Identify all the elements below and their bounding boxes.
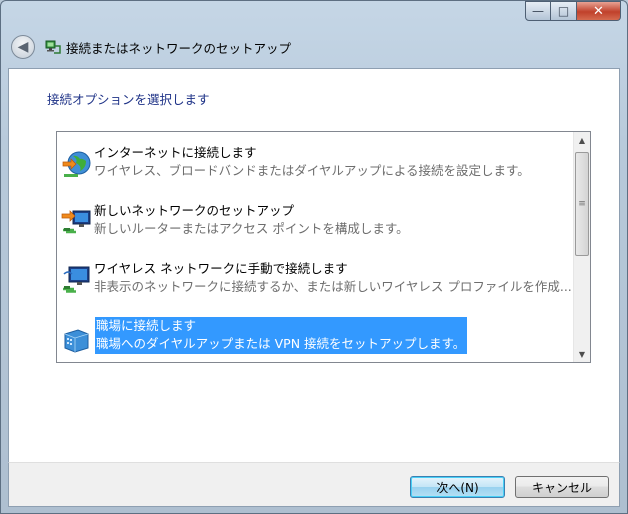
- option-text: インターネットに接続します ワイヤレス、ブロードバンドまたはダイヤルアップによる…: [94, 144, 530, 180]
- title-bar[interactable]: — □ ✕: [1, 1, 627, 31]
- wireless-network-icon: [63, 266, 90, 293]
- cancel-button[interactable]: キャンセル: [515, 476, 609, 498]
- workplace-icon: [64, 329, 89, 353]
- option-description: 新しいルーターまたはアクセス ポイントを構成します。: [94, 221, 409, 236]
- option-title: 新しいネットワークのセットアップ: [94, 203, 295, 218]
- option-text: 新しいネットワークのセットアップ 新しいルーターまたはアクセス ポイントを構成し…: [94, 202, 409, 238]
- dialog-window: — □ ✕ ◀ 接続またはネットワークのセットアップ 接続オプションを選択します: [0, 0, 628, 514]
- globe-network-icon: [62, 151, 91, 177]
- option-text: ワイヤレス ネットワークに手動で接続します 非表示のネットワークに接続するか、ま…: [94, 260, 572, 296]
- option-text: 職場に接続します 職場へのダイヤルアップまたは VPN 接続をセットアップします…: [95, 317, 468, 354]
- network-setup-icon: [45, 40, 61, 54]
- maximize-button[interactable]: □: [551, 1, 577, 21]
- window-controls: — □ ✕: [525, 1, 621, 21]
- content-panel: 接続オプションを選択します インターネットに接続します ワイヤレス、ブロードバン…: [8, 68, 620, 462]
- list-item-new-network[interactable]: 新しいネットワークのセットアップ 新しいルーターまたはアクセス ポイントを構成し…: [57, 194, 572, 250]
- scrollbar-thumb[interactable]: ≡: [575, 152, 589, 256]
- list-item-internet[interactable]: インターネットに接続します ワイヤレス、ブロードバンドまたはダイヤルアップによる…: [57, 136, 572, 192]
- list-item-manual-wireless[interactable]: ワイヤレス ネットワークに手動で接続します 非表示のネットワークに接続するか、ま…: [57, 252, 572, 308]
- scroll-up-icon[interactable]: ▲: [574, 132, 590, 148]
- option-description: ワイヤレス、ブロードバンドまたはダイヤルアップによる接続を設定します。: [94, 163, 530, 178]
- option-title: 職場に接続します: [96, 318, 197, 333]
- option-title: ワイヤレス ネットワークに手動で接続します: [94, 261, 348, 276]
- close-button[interactable]: ✕: [577, 1, 621, 21]
- option-description: 職場へのダイヤルアップまたは VPN 接続をセットアップします。: [96, 336, 466, 351]
- list-item-workplace[interactable]: 職場に接続します 職場へのダイヤルアップまたは VPN 接続をセットアップします…: [57, 310, 572, 362]
- window-title: 接続またはネットワークのセットアップ: [66, 41, 292, 56]
- page-heading: 接続オプションを選択します: [47, 92, 210, 107]
- option-title: インターネットに接続します: [94, 145, 257, 160]
- next-button[interactable]: 次へ(N): [410, 476, 505, 498]
- back-button[interactable]: ◀: [11, 35, 35, 59]
- option-description: 非表示のネットワークに接続するか、または新しいワイヤレス プロファイルを作成..…: [94, 279, 572, 294]
- router-setup-icon: [61, 210, 91, 234]
- button-bar: 次へ(N) キャンセル: [8, 462, 620, 507]
- minimize-button[interactable]: —: [525, 1, 551, 21]
- grip-icon: ≡: [578, 199, 586, 209]
- scroll-down-icon[interactable]: ▼: [574, 346, 590, 362]
- vertical-scrollbar[interactable]: ▲ ≡ ▼: [573, 132, 590, 362]
- back-arrow-icon: ◀: [17, 39, 29, 55]
- connection-options-list[interactable]: インターネットに接続します ワイヤレス、ブロードバンドまたはダイヤルアップによる…: [56, 131, 591, 363]
